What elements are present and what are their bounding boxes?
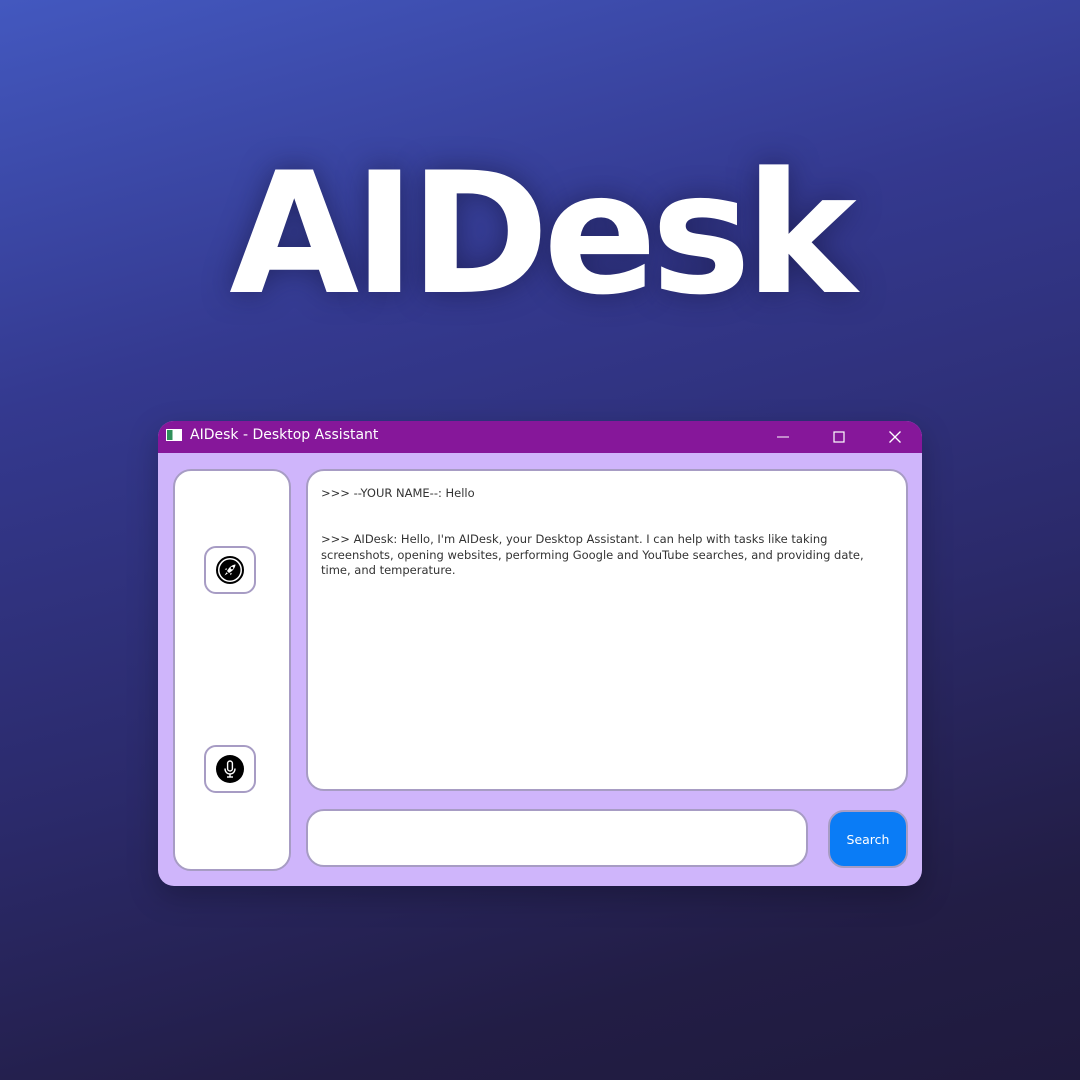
minimize-button[interactable] bbox=[760, 421, 806, 453]
maximize-icon bbox=[833, 431, 845, 443]
chat-message-user: >>> --YOUR NAME--: Hello bbox=[321, 486, 475, 500]
chat-log[interactable]: >>> --YOUR NAME--: Hello >>> AIDesk: Hel… bbox=[306, 469, 908, 791]
title-bar[interactable]: AIDesk - Desktop Assistant bbox=[158, 421, 922, 453]
query-input[interactable] bbox=[306, 809, 808, 867]
launch-button[interactable] bbox=[204, 546, 256, 594]
close-icon bbox=[889, 431, 901, 443]
sidebar-panel bbox=[173, 469, 291, 871]
minimize-icon bbox=[777, 436, 789, 438]
rocket-icon bbox=[216, 556, 244, 584]
search-button[interactable]: Search bbox=[828, 810, 908, 868]
app-window: AIDesk - Desktop Assistant >>> --YOUR NA… bbox=[158, 421, 922, 886]
hero-title: AIDesk bbox=[229, 136, 857, 332]
voice-input-button[interactable] bbox=[204, 745, 256, 793]
close-button[interactable] bbox=[872, 421, 918, 453]
chat-message-assistant: >>> AIDesk: Hello, I'm AIDesk, your Desk… bbox=[321, 532, 864, 577]
maximize-button[interactable] bbox=[816, 421, 862, 453]
app-icon bbox=[166, 429, 182, 441]
microphone-icon bbox=[216, 755, 244, 783]
window-title: AIDesk - Desktop Assistant bbox=[190, 427, 379, 443]
